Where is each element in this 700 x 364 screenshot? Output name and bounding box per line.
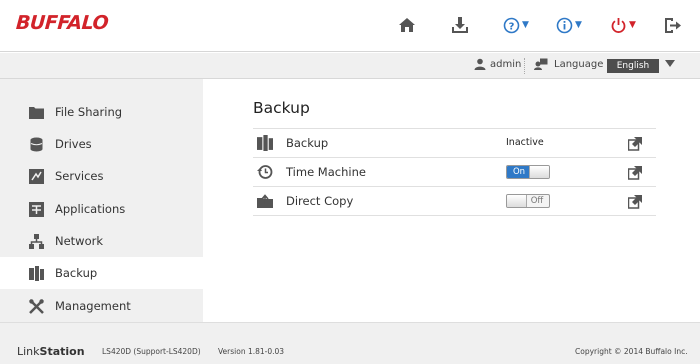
sidebar-item-management[interactable]: Management <box>0 290 203 322</box>
table-row: Direct Copy Off <box>253 187 656 216</box>
row-label: Backup <box>286 136 329 150</box>
sidebar-item-backup[interactable]: Backup <box>0 257 203 289</box>
version-text: Version 1.81-0.03 <box>218 347 285 356</box>
time-machine-icon <box>257 165 273 179</box>
sidebar-item-file-sharing[interactable]: File Sharing <box>0 96 203 128</box>
backup-icon <box>257 135 273 151</box>
external-link-icon[interactable] <box>628 136 643 151</box>
sidebar-item-label: Services <box>55 169 104 183</box>
copyright-text: Copyright © 2014 Buffalo Inc. <box>575 347 688 356</box>
chevron-down-icon: ▼ <box>629 20 636 30</box>
svg-text:?: ? <box>509 21 515 32</box>
brand-part: Station <box>39 345 85 358</box>
logout-icon <box>665 17 681 33</box>
logout-button[interactable] <box>664 14 682 36</box>
language-icon <box>534 58 548 70</box>
sidebar-item-label: Network <box>55 234 104 248</box>
language-label-group: Language <box>534 58 603 70</box>
footer: LinkStation LS420D (Support-LS420D) Vers… <box>0 322 700 364</box>
user-icon <box>474 58 486 70</box>
home-icon <box>399 18 415 32</box>
user-language-bar: admin Language <box>0 53 700 79</box>
sidebar: File Sharing Drives Services Application… <box>0 79 203 322</box>
direct-copy-icon <box>257 194 273 208</box>
help-icon: ? <box>503 17 520 33</box>
chevron-down-icon[interactable] <box>665 60 675 67</box>
download-icon <box>452 17 468 33</box>
brand-part: Link <box>17 345 40 358</box>
external-link-icon[interactable] <box>628 165 643 180</box>
direct-copy-toggle[interactable]: Off <box>506 194 550 208</box>
top-header: BUFFALO ? ▼ ▼ ▼ <box>0 0 700 52</box>
applications-icon <box>28 201 44 217</box>
backup-icon <box>28 265 44 281</box>
services-icon <box>28 168 44 184</box>
management-icon <box>28 298 44 314</box>
info-menu-button[interactable]: ▼ <box>556 14 582 36</box>
sidebar-item-label: Drives <box>55 137 92 151</box>
row-label: Time Machine <box>286 165 366 179</box>
language-label: Language <box>554 58 604 70</box>
model-text: LS420D (Support-LS420D) <box>102 347 201 356</box>
external-link-icon[interactable] <box>628 194 643 209</box>
sidebar-item-applications[interactable]: Applications <box>0 193 203 225</box>
time-machine-toggle[interactable]: On <box>506 165 550 179</box>
sidebar-item-drives[interactable]: Drives <box>0 128 203 160</box>
language-select[interactable]: English <box>607 59 659 73</box>
download-button[interactable] <box>451 14 469 36</box>
page-title: Backup <box>253 99 310 117</box>
toggle-on-label: On <box>507 166 531 178</box>
home-button[interactable] <box>398 14 416 36</box>
chevron-down-icon: ▼ <box>575 20 582 30</box>
main-panel: Backup Backup Inactive Time Machine On D… <box>203 79 700 322</box>
backup-settings-table: Backup Inactive Time Machine On Direct C… <box>253 128 656 216</box>
sidebar-item-label: Backup <box>55 266 98 280</box>
table-row: Backup Inactive <box>253 129 656 158</box>
toggle-off-label: Off <box>530 196 544 206</box>
linkstation-logo: LinkStation <box>17 345 85 358</box>
chevron-down-icon: ▼ <box>522 20 529 30</box>
help-menu-button[interactable]: ? ▼ <box>503 14 529 36</box>
buffalo-logo: BUFFALO <box>15 12 109 34</box>
toggle-knob <box>507 195 527 207</box>
sidebar-item-label: Applications <box>55 202 126 216</box>
sidebar-item-label: Management <box>55 299 131 313</box>
folder-icon <box>28 104 44 120</box>
toggle-knob <box>529 166 549 178</box>
status-text: Inactive <box>506 137 544 148</box>
username: admin <box>490 58 522 70</box>
drive-icon <box>28 136 44 152</box>
power-icon <box>611 17 626 33</box>
user-indicator: admin <box>474 58 521 70</box>
sidebar-item-network[interactable]: Network <box>0 225 203 257</box>
sidebar-item-services[interactable]: Services <box>0 160 203 192</box>
info-icon <box>556 17 573 33</box>
power-menu-button[interactable]: ▼ <box>610 14 636 36</box>
row-label: Direct Copy <box>286 194 354 208</box>
sidebar-item-label: File Sharing <box>55 105 123 119</box>
network-icon <box>28 233 44 249</box>
divider <box>524 58 525 74</box>
table-row: Time Machine On <box>253 158 656 187</box>
